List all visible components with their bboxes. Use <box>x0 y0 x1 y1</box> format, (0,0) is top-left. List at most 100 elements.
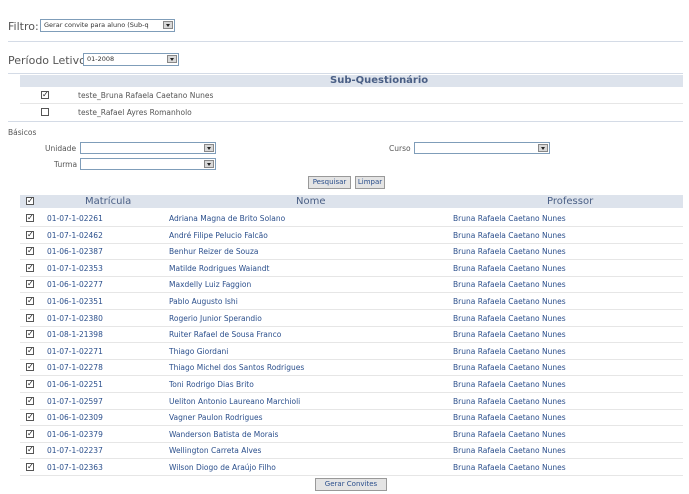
subquestionnaire-item-2: teste_Rafael Ayres Romanholo <box>78 108 192 117</box>
cell-professor: Bruna Rafaela Caetano Nunes <box>453 346 566 356</box>
table-row: ✓ 01-06-1-02309 Vagner Paulon Rodrigues Bru… <box>20 409 683 427</box>
search-button[interactable]: Pesquisar <box>308 176 351 189</box>
cell-nome: Thiago Michel dos Santos Rodrigues <box>169 363 305 373</box>
unidade-select[interactable] <box>80 142 216 154</box>
cell-professor: Bruna Rafaela Caetano Nunes <box>453 446 566 456</box>
row-checkbox[interactable]: ✓ <box>26 429 34 438</box>
row-checkbox[interactable]: ✓ <box>26 380 34 388</box>
cell-matricula: 01-07-1-02462 <box>47 230 103 240</box>
cell-matricula: 01-06-1-02251 <box>47 380 103 389</box>
cell-matricula: 01-07-1-02271 <box>47 346 103 356</box>
cell-matricula: 01-06-1-02277 <box>47 280 103 290</box>
row-checkbox[interactable]: ✓ <box>26 247 34 256</box>
chevron-down-icon <box>204 160 214 168</box>
divider <box>8 73 683 74</box>
cell-nome: Toni Rodrigo Dias Brito <box>169 380 254 389</box>
cell-professor: Bruna Rafaela Caetano Nunes <box>453 396 566 406</box>
cell-professor: Bruna Rafaela Caetano Nunes <box>453 280 566 290</box>
table-row: ✓ 01-06-1-02351 Pablo Augusto Ishi Bruna Ra… <box>20 293 683 310</box>
row-checkbox[interactable]: ✓ <box>26 463 34 471</box>
cell-nome: Pablo Augusto Ishi <box>169 297 238 306</box>
cell-nome: Wilson Diogo de Araújo Filho <box>169 463 276 472</box>
table-row: ✓ 01-07-1-02278 Thiago Michel dos Santos R… <box>20 359 683 377</box>
row-checkbox[interactable]: ✓ <box>26 230 34 239</box>
row-checkbox[interactable]: ✓ <box>26 280 34 289</box>
chevron-down-icon <box>538 144 548 152</box>
cell-professor: Bruna Rafaela Caetano Nunes <box>453 263 566 273</box>
clear-button[interactable]: Limpar <box>355 176 385 189</box>
cell-matricula: 01-06-1-02379 <box>47 429 103 439</box>
cell-professor: Bruna Rafaela Caetano Nunes <box>453 429 566 439</box>
cell-matricula: 01-06-1-02387 <box>47 247 103 257</box>
subquestionnaire-title: Sub-Questionário <box>330 75 429 86</box>
table-row: ✓ 01-07-1-02261 Adriana Magna de Brito Sol… <box>20 210 683 227</box>
chevron-down-icon <box>204 144 214 152</box>
cell-matricula: 01-06-1-02351 <box>47 297 103 306</box>
cell-nome: Maxdelly Luiz Faggion <box>169 280 252 290</box>
subquestionnaire-checkbox-2[interactable] <box>41 108 49 116</box>
row-checkbox[interactable]: ✓ <box>26 330 34 339</box>
period-label: Período Letivo: <box>8 54 90 67</box>
table-row: ✓ 01-07-1-02597 Ueliton Antonio Laureano M… <box>20 393 683 410</box>
turma-label: Turma <box>54 160 78 169</box>
filter-select[interactable]: Gerar convite para aluno (Sub-q <box>40 19 175 32</box>
cell-nome: Ueliton Antonio Laureano Marchioli <box>169 396 301 406</box>
cell-matricula: 01-07-1-02353 <box>47 263 103 273</box>
divider <box>8 121 683 122</box>
cell-matricula: 01-07-1-02363 <box>47 463 103 472</box>
cell-matricula: 01-07-1-02597 <box>47 396 103 406</box>
period-select[interactable]: 01-2008 <box>83 53 179 66</box>
table-row: ✓ 01-07-1-02353 Matilde Rodrigues Waiandt B… <box>20 260 683 277</box>
cell-professor: Bruna Rafaela Caetano Nunes <box>453 413 566 423</box>
cell-professor: Bruna Rafaela Caetano Nunes <box>453 463 566 472</box>
subquestionnaire-checkbox-1[interactable]: ✓ <box>41 91 49 99</box>
cell-professor: Bruna Rafaela Caetano Nunes <box>453 247 566 257</box>
cell-matricula: 01-06-1-02309 <box>47 413 103 423</box>
cell-professor: Bruna Rafaela Caetano Nunes <box>453 330 566 340</box>
table-row: ✓ 01-07-1-02363 Wilson Diogo de Araújo Fil… <box>20 459 683 476</box>
cell-professor: Bruna Rafaela Caetano Nunes <box>453 214 566 223</box>
turma-select[interactable] <box>80 158 216 170</box>
row-checkbox[interactable]: ✓ <box>26 297 34 305</box>
cell-nome: Vagner Paulon Rodrigues <box>169 413 263 423</box>
table-row: ✓ 01-07-1-02271 Thiago Giordani Bruna Rafae… <box>20 343 683 360</box>
row-checkbox[interactable]: ✓ <box>26 313 34 322</box>
row-checkbox[interactable]: ✓ <box>26 214 34 222</box>
cell-professor: Bruna Rafaela Caetano Nunes <box>453 363 566 373</box>
table-row: ✓ 01-07-1-02462 André Filipe Pelucio Falcã… <box>20 227 683 244</box>
cell-nome: Ruiter Rafael de Sousa Franco <box>169 330 282 340</box>
row-checkbox[interactable]: ✓ <box>26 396 34 405</box>
filter-label: Filtro: <box>8 20 39 33</box>
cell-nome: Adriana Magna de Brito Solano <box>169 214 286 223</box>
table-row: ✓ 01-06-1-02251 Toni Rodrigo Dias Brito Bru… <box>20 376 683 393</box>
generate-invites-button[interactable]: Gerar Convites <box>315 478 387 491</box>
column-header-professor: Professor <box>547 196 594 207</box>
cell-matricula: 01-07-1-02380 <box>47 313 103 323</box>
column-header-nome: Nome <box>296 196 326 207</box>
row-checkbox[interactable]: ✓ <box>26 263 34 272</box>
row-checkbox[interactable]: ✓ <box>26 346 34 355</box>
table-row: ✓ 01-06-1-02379 Wanderson Batista de Morai… <box>20 426 683 443</box>
filter-select-value: Gerar convite para aluno (Sub-q <box>44 21 149 29</box>
cell-nome: Matilde Rodrigues Waiandt <box>169 263 270 273</box>
cell-nome: Rogerio Junior Sperandio <box>169 313 262 323</box>
divider <box>20 103 683 104</box>
select-all-checkbox[interactable]: ✓ <box>26 197 34 205</box>
row-checkbox[interactable]: ✓ <box>26 446 34 455</box>
subquestionnaire-item-1: teste_Bruna Rafaela Caetano Nunes <box>78 91 214 100</box>
cell-matricula: 01-07-1-02261 <box>47 214 103 223</box>
period-select-value: 01-2008 <box>87 55 115 63</box>
chevron-down-icon <box>167 55 177 63</box>
table-row: ✓ 01-08-1-21398 Ruiter Rafael de Sousa Fra… <box>20 326 683 344</box>
table-row: ✓ 01-07-1-02380 Rogerio Junior Sperandio Br… <box>20 310 683 327</box>
unidade-label: Unidade <box>45 144 77 153</box>
table-row: ✓ 01-06-1-02277 Maxdelly Luiz Faggion Bruna… <box>20 276 683 294</box>
row-checkbox[interactable]: ✓ <box>26 363 34 372</box>
row-checkbox[interactable]: ✓ <box>26 413 34 422</box>
chevron-down-icon <box>163 21 173 29</box>
curso-select[interactable] <box>414 142 550 154</box>
table-row: ✓ 01-07-1-02237 Wellington Carreta Alves Br… <box>20 442 683 460</box>
basics-title: Básicos <box>8 128 37 137</box>
cell-professor: Bruna Rafaela Caetano Nunes <box>453 297 566 306</box>
cell-nome: Wellington Carreta Alves <box>169 446 262 456</box>
